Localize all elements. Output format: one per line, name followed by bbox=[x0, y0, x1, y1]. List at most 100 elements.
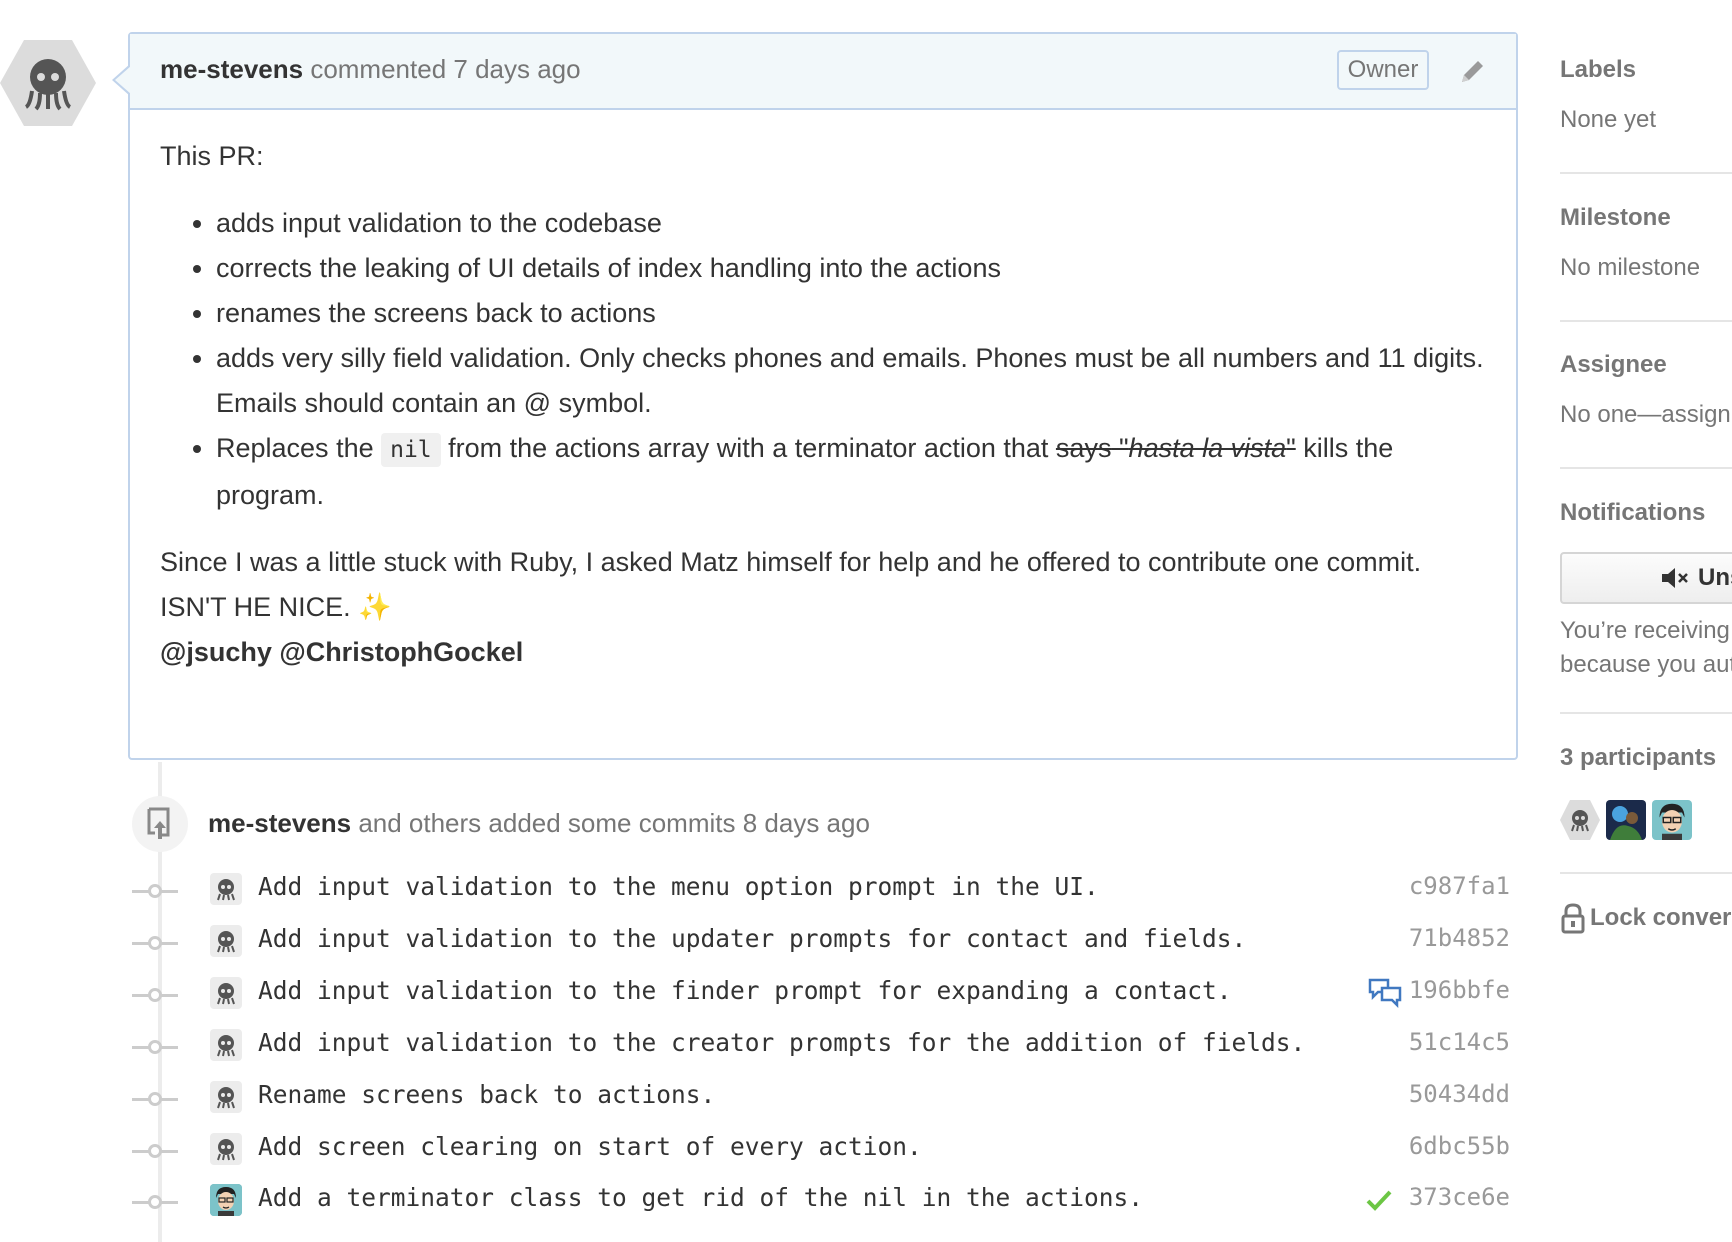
discussion-sidebar: Labels None yet Milestone No milestone A… bbox=[1560, 0, 1732, 1242]
comment-action: commented bbox=[310, 54, 447, 84]
commit-message-link[interactable]: Add input validation to the creator prom… bbox=[258, 1028, 1305, 1057]
notification-reason: You’re receiving notifications because y… bbox=[1560, 614, 1732, 682]
commit-message-link[interactable]: Add screen clearing on start of every ac… bbox=[258, 1132, 922, 1161]
sidebar-labels[interactable]: Labels None yet bbox=[1560, 56, 1732, 134]
commit-row: Rename screens back to actions. 50434dd bbox=[0, 1078, 1510, 1118]
change-list: adds input validation to the codebase co… bbox=[160, 201, 1486, 518]
notifications-heading: Notifications bbox=[1560, 499, 1706, 526]
octocat-icon bbox=[217, 1035, 235, 1057]
inline-code: nil bbox=[381, 433, 441, 467]
check-icon[interactable] bbox=[1366, 1189, 1392, 1211]
commit-row: Add input validation to the menu option … bbox=[0, 870, 1510, 910]
comment-paragraph: Since I was a little stuck with Ruby, I … bbox=[160, 540, 1486, 630]
commit-row: Add input validation to the finder promp… bbox=[0, 974, 1510, 1014]
labels-heading[interactable]: Labels bbox=[1560, 56, 1732, 84]
commit-author-avatar[interactable] bbox=[210, 873, 242, 905]
italic-text: hasta la vista bbox=[1128, 433, 1287, 463]
repo-push-icon bbox=[147, 807, 170, 839]
octocat-icon bbox=[217, 879, 235, 901]
commit-author-avatar[interactable] bbox=[210, 977, 242, 1009]
commit-sha-link[interactable]: 51c14c5 bbox=[1409, 1028, 1510, 1056]
commit-row: Add input validation to the updater prom… bbox=[0, 922, 1510, 962]
participant-avatar[interactable] bbox=[1652, 800, 1692, 840]
commit-author-avatar[interactable] bbox=[210, 1184, 242, 1216]
list-item: adds input validation to the codebase bbox=[216, 201, 1486, 246]
participant-avatar[interactable] bbox=[1560, 800, 1600, 840]
octocat-icon bbox=[217, 1087, 235, 1109]
comment-timestamp[interactable]: 7 days ago bbox=[453, 54, 580, 84]
commit-dot bbox=[148, 1040, 162, 1054]
unsubscribe-button[interactable]: Unsubscribe bbox=[1560, 552, 1732, 604]
commit-message-link[interactable]: Add input validation to the menu option … bbox=[258, 872, 1099, 901]
comment-author-link[interactable]: me-stevens bbox=[160, 54, 303, 84]
commit-message-link[interactable]: Add input validation to the finder promp… bbox=[258, 976, 1232, 1005]
text-fragment: says bbox=[1055, 433, 1112, 463]
list-item: corrects the leaking of UI details of in… bbox=[216, 246, 1486, 291]
author-avatar[interactable] bbox=[0, 40, 96, 126]
comment-header: me-stevens commented 7 days ago Owner bbox=[130, 34, 1516, 110]
divider bbox=[1560, 872, 1732, 874]
lock-icon bbox=[1561, 903, 1585, 934]
strikethrough-text: says "hasta la vista" bbox=[1056, 433, 1296, 463]
commit-dot bbox=[148, 884, 162, 898]
pencil-icon[interactable] bbox=[1456, 56, 1488, 88]
commit-sha-link[interactable]: 50434dd bbox=[1409, 1080, 1510, 1108]
commit-author-avatar[interactable] bbox=[210, 1133, 242, 1165]
comment-discussion-icon[interactable] bbox=[1368, 978, 1402, 1008]
commit-dot bbox=[148, 936, 162, 950]
sidebar-notifications: Notifications bbox=[1560, 499, 1732, 527]
paragraph-text: Since I was a little stuck with Ruby, I … bbox=[160, 547, 1422, 622]
text-fragment: " bbox=[1111, 433, 1129, 463]
abstract-avatar-icon bbox=[1606, 800, 1646, 840]
commit-sha-link[interactable]: 6dbc55b bbox=[1409, 1132, 1510, 1160]
text-fragment: Replaces the bbox=[216, 433, 382, 463]
commit-author-avatar[interactable] bbox=[210, 1029, 242, 1061]
octocat-icon bbox=[217, 983, 235, 1005]
commit-sha-link[interactable]: 373ce6e bbox=[1409, 1183, 1510, 1211]
sidebar-participants: 3 participants bbox=[1560, 744, 1732, 772]
commit-dot bbox=[148, 1144, 162, 1158]
octocat-icon bbox=[1571, 810, 1589, 832]
commit-author-avatar[interactable] bbox=[210, 925, 242, 957]
commit-sha-link[interactable]: 196bbfe bbox=[1409, 976, 1510, 1004]
commit-row: Add screen clearing on start of every ac… bbox=[0, 1130, 1510, 1170]
commit-message-link[interactable]: Add a terminator class to get rid of the… bbox=[258, 1183, 1143, 1212]
commit-dot bbox=[148, 1195, 162, 1209]
cartoon-face-icon bbox=[210, 1184, 242, 1216]
octocat-icon bbox=[217, 931, 235, 953]
commit-author-avatar[interactable] bbox=[210, 1081, 242, 1113]
sidebar-assignee[interactable]: Assignee No one—assign yourself bbox=[1560, 351, 1732, 429]
sidebar-milestone[interactable]: Milestone No milestone bbox=[1560, 204, 1732, 282]
milestone-value: No milestone bbox=[1560, 254, 1701, 281]
unsubscribe-label: Unsubscribe bbox=[1698, 564, 1732, 591]
notification-reason-line: You’re receiving notifications bbox=[1560, 617, 1732, 644]
list-item: renames the screens back to actions bbox=[216, 291, 1486, 336]
divider bbox=[1560, 320, 1732, 322]
assignee-value[interactable]: No one—assign yourself bbox=[1560, 401, 1732, 429]
list-item: Replaces the nil from the actions array … bbox=[216, 426, 1486, 518]
text-fragment: from the actions array with a terminator… bbox=[440, 433, 1056, 463]
commit-message-link[interactable]: Rename screens back to actions. bbox=[258, 1080, 715, 1109]
comment-intro: This PR: bbox=[160, 141, 264, 171]
divider bbox=[1560, 467, 1732, 469]
commit-sha-link[interactable]: 71b4852 bbox=[1409, 924, 1510, 952]
pr-description-comment: me-stevens commented 7 days ago Owner Th… bbox=[112, 32, 1518, 760]
commit-message-link[interactable]: Add input validation to the updater prom… bbox=[258, 924, 1246, 953]
user-mentions[interactable]: @jsuchy @ChristophGockel bbox=[160, 630, 1486, 675]
commit-dot bbox=[148, 1092, 162, 1106]
commit-row: Add input validation to the creator prom… bbox=[0, 1026, 1510, 1066]
sparkles-emoji: ✨ bbox=[358, 592, 392, 622]
milestone-heading[interactable]: Milestone bbox=[1560, 204, 1732, 232]
octocat-icon bbox=[217, 1139, 235, 1161]
commit-sha-link[interactable]: c987fa1 bbox=[1409, 872, 1510, 900]
participant-avatar[interactable] bbox=[1606, 800, 1646, 840]
commits-badge bbox=[132, 796, 188, 852]
labels-value: None yet bbox=[1560, 106, 1657, 133]
lock-conversation-button[interactable]: Lock conversation bbox=[1560, 902, 1732, 934]
commit-row: Add a terminator class to get rid of the… bbox=[0, 1181, 1510, 1221]
divider bbox=[1560, 172, 1732, 174]
comment-meta: me-stevens commented 7 days ago bbox=[160, 54, 581, 85]
commits-author-link[interactable]: me-stevens bbox=[208, 808, 351, 838]
assignee-heading[interactable]: Assignee bbox=[1560, 351, 1732, 379]
cartoon-face-icon bbox=[1652, 800, 1692, 840]
